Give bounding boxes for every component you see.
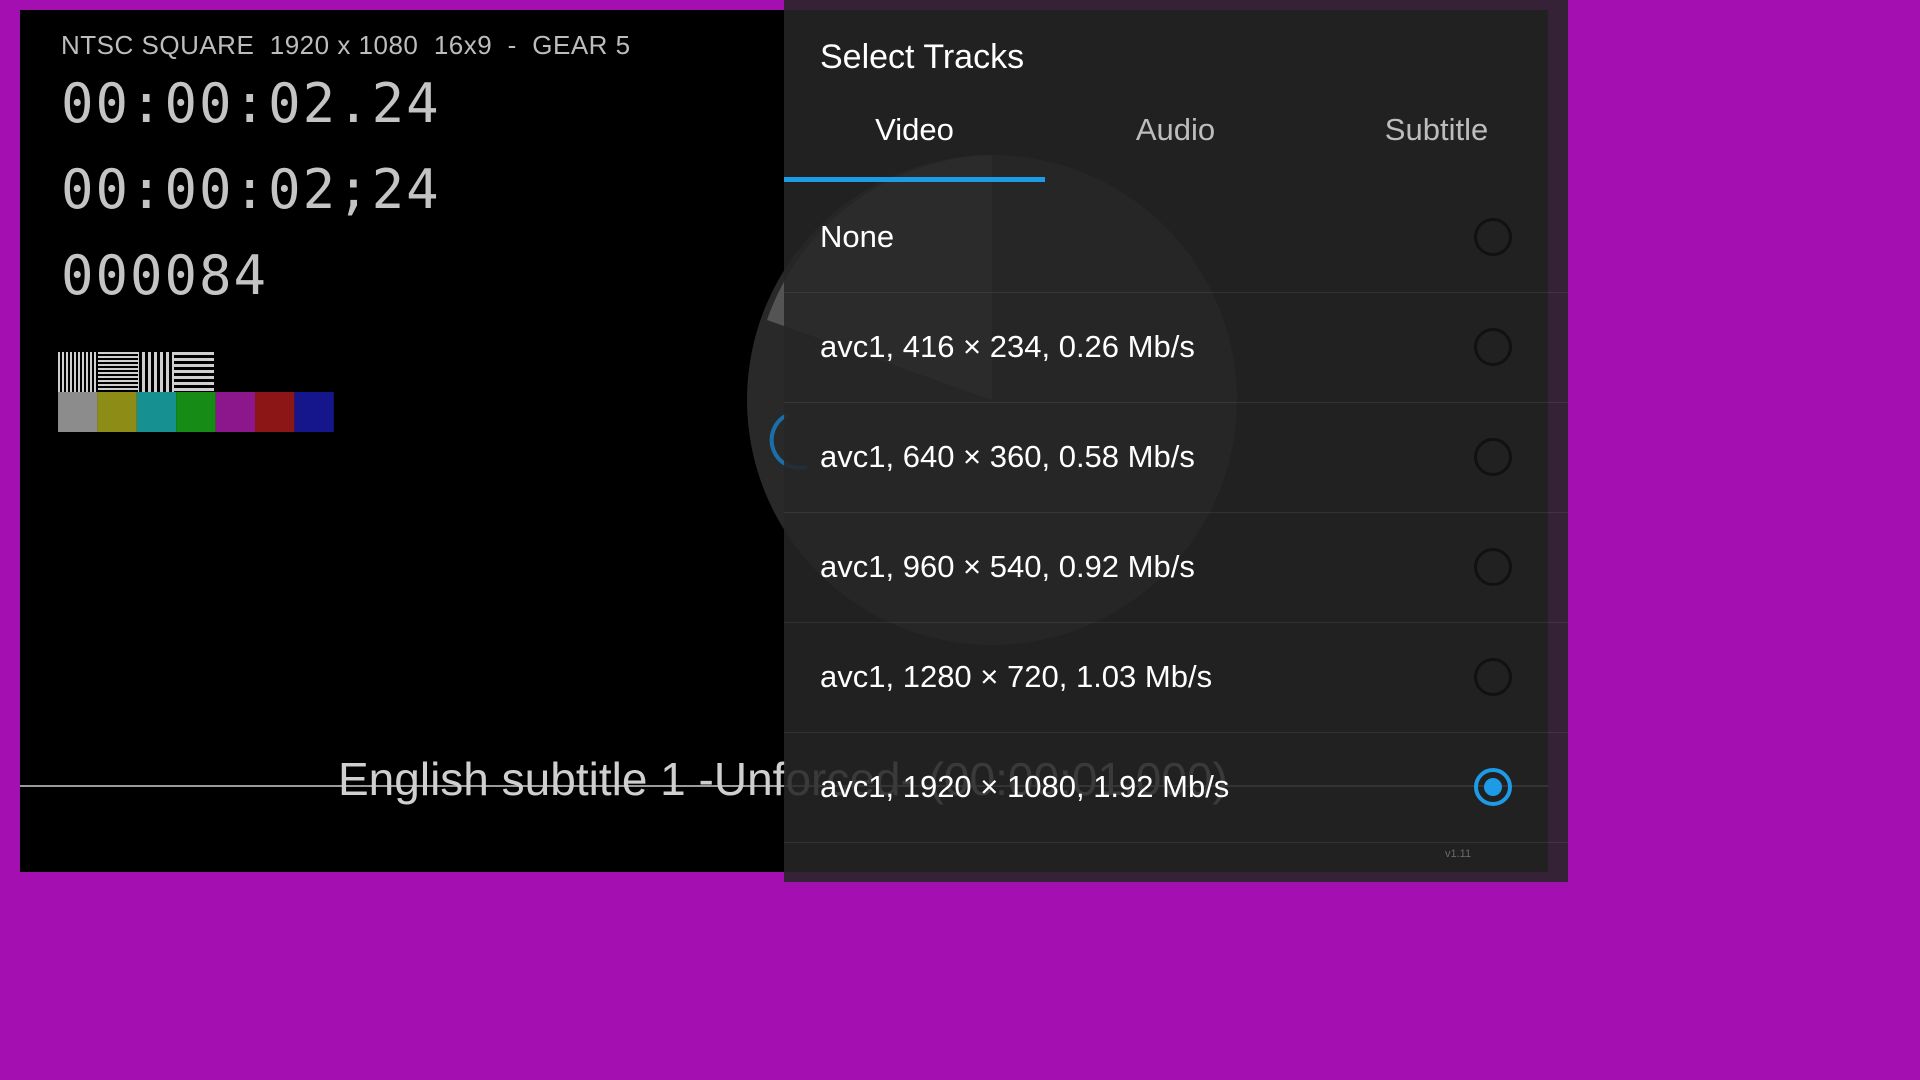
track-row[interactable]: avc1, 416 × 234, 0.26 Mb/s xyxy=(784,292,1568,403)
test-pattern-info: NTSC SQUARE 1920 x 1080 16x9 - GEAR 5 xyxy=(61,30,631,60)
track-label: avc1, 1920 × 1080, 1.92 Mb/s xyxy=(820,769,1230,804)
test-pattern-bars xyxy=(58,352,334,432)
color-bar xyxy=(294,392,334,432)
tab-subtitle[interactable]: Subtitle xyxy=(1306,112,1567,148)
track-row[interactable]: avc1, 1280 × 720, 1.03 Mb/s xyxy=(784,622,1568,733)
color-bar xyxy=(136,392,177,432)
track-label: avc1, 416 × 234, 0.26 Mb/s xyxy=(820,329,1195,364)
frame-counter: 000084 xyxy=(61,244,269,307)
color-bar xyxy=(58,392,98,432)
track-row[interactable]: avc1, 960 × 540, 0.92 Mb/s xyxy=(784,512,1568,623)
track-row-selected[interactable]: avc1, 1920 × 1080, 1.92 Mb/s xyxy=(784,732,1568,843)
color-bar xyxy=(176,392,216,432)
resolution-block xyxy=(98,352,138,392)
tab-audio[interactable]: Audio xyxy=(1045,112,1306,148)
timecode-dropframe: 00:00:02;24 xyxy=(61,158,441,221)
resolution-block xyxy=(138,352,174,392)
radio-button[interactable] xyxy=(1474,438,1512,476)
track-label: None xyxy=(820,219,895,254)
color-bar xyxy=(97,392,137,432)
color-bar xyxy=(215,392,255,432)
track-label: avc1, 960 × 540, 0.92 Mb/s xyxy=(820,549,1195,584)
radio-button[interactable] xyxy=(1474,548,1512,586)
radio-button-selected[interactable] xyxy=(1474,768,1512,806)
track-row[interactable]: avc1, 640 × 360, 0.58 Mb/s xyxy=(784,402,1568,513)
resolution-block xyxy=(174,352,214,392)
tab-video[interactable]: Video xyxy=(784,112,1045,148)
select-tracks-panel: Select Tracks Video Audio Subtitle None … xyxy=(784,0,1568,882)
radio-button[interactable] xyxy=(1474,658,1512,696)
resolution-block xyxy=(58,352,98,392)
color-bar xyxy=(255,392,295,432)
panel-title: Select Tracks xyxy=(820,38,1025,76)
track-row-none[interactable]: None xyxy=(784,182,1568,293)
track-label: avc1, 1280 × 720, 1.03 Mb/s xyxy=(820,659,1213,694)
track-label: avc1, 640 × 360, 0.58 Mb/s xyxy=(820,439,1195,474)
timecode-decimal: 00:00:02.24 xyxy=(61,72,441,135)
radio-button[interactable] xyxy=(1474,328,1512,366)
version-label: v1.11 xyxy=(1445,848,1472,860)
radio-button[interactable] xyxy=(1474,218,1512,256)
